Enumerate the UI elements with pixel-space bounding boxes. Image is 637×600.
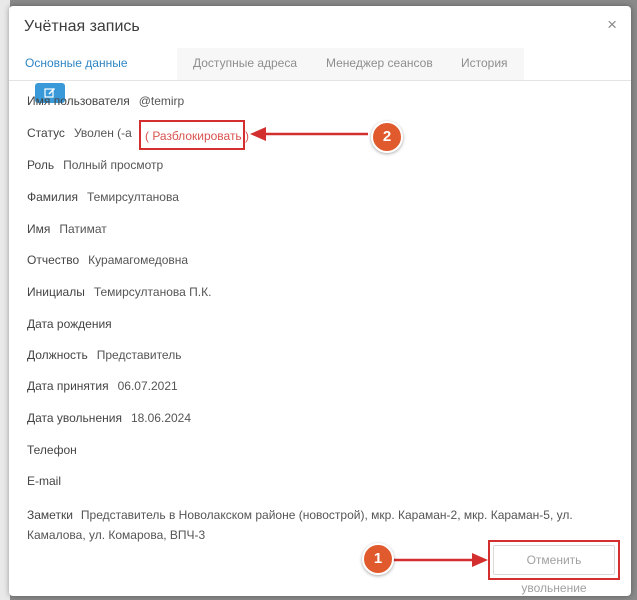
field-phone: Телефон	[27, 443, 86, 457]
account-modal: Учётная запись × Основные данные Доступн…	[9, 6, 631, 596]
field-notes: Заметки Представитель в Новолакском район…	[27, 505, 627, 545]
field-value: Представитель в Новолакском районе (ново…	[27, 508, 573, 542]
field-role: Роль Полный просмотр	[27, 158, 163, 172]
field-label: Заметки	[27, 508, 73, 522]
close-icon[interactable]: ×	[607, 16, 617, 33]
tab-history[interactable]: История	[445, 48, 524, 80]
field-label: Фамилия	[27, 190, 78, 204]
field-birthdate: Дата рождения	[27, 317, 121, 331]
field-dismissal-date: Дата увольнения 18.06.2024	[27, 411, 191, 425]
field-value: @temirp	[138, 94, 185, 108]
cancel-dismissal-highlight: Отменить увольнение	[488, 540, 620, 595]
arrow-annotation-2	[250, 127, 368, 141]
annotation-badge-2: 2	[371, 121, 403, 153]
field-value: 06.07.2021	[117, 379, 178, 393]
field-email: E-mail	[27, 474, 70, 488]
tab-basic-data[interactable]: Основные данные	[9, 48, 178, 103]
modal-title: Учётная запись	[24, 18, 140, 35]
field-label: E-mail	[27, 474, 62, 488]
field-label: Имя	[27, 222, 51, 236]
field-patronymic: Отчество Курамагомедовна	[27, 253, 188, 267]
field-value: 18.06.2024	[130, 411, 192, 425]
field-label: Инициалы	[27, 285, 85, 299]
field-label: Статус	[27, 126, 65, 140]
field-position: Должность Представитель	[27, 348, 181, 362]
modal-header: Учётная запись ×	[9, 6, 631, 48]
field-surname: Фамилия Темирсултанова	[27, 190, 179, 204]
field-value: Представитель	[96, 348, 182, 362]
annotation-badge-1: 1	[362, 543, 394, 575]
arrow-annotation-1	[390, 553, 488, 567]
field-username: Имя пользователя @temirp	[27, 94, 184, 108]
field-value: Темирсултанова П.К.	[93, 285, 212, 299]
field-label: Имя пользователя	[27, 94, 130, 108]
field-value: Темирсултанова	[86, 190, 179, 204]
tab-basic-data-label: Основные данные	[25, 56, 128, 70]
field-value: Полный просмотр	[63, 158, 164, 172]
unblock-link[interactable]: ( Разблокировать )	[145, 129, 249, 143]
field-label: Телефон	[27, 443, 77, 457]
field-label: Должность	[27, 348, 88, 362]
tab-bar: Основные данные Доступные адреса Менедже…	[9, 48, 631, 103]
field-label: Дата рождения	[27, 317, 112, 331]
field-label: Дата принятия	[27, 379, 109, 393]
field-status: Статус Уволен (-а	[27, 126, 132, 140]
tab-available-addresses[interactable]: Доступные адреса	[177, 48, 314, 80]
field-value: Уволен (-а	[73, 126, 132, 140]
field-label: Роль	[27, 158, 55, 172]
field-value: Курамагомедовна	[88, 253, 189, 267]
tab-session-manager[interactable]: Менеджер сеансов	[310, 48, 449, 80]
field-initials: Инициалы Темирсултанова П.К.	[27, 285, 211, 299]
cancel-dismissal-button[interactable]: Отменить увольнение	[493, 545, 615, 595]
field-value: Патимат	[59, 222, 107, 236]
unblock-highlight: ( Разблокировать )	[139, 120, 249, 150]
field-hire-date: Дата принятия 06.07.2021	[27, 379, 178, 393]
field-label: Отчество	[27, 253, 80, 267]
field-name: Имя Патимат	[27, 222, 107, 236]
field-label: Дата увольнения	[27, 411, 122, 425]
